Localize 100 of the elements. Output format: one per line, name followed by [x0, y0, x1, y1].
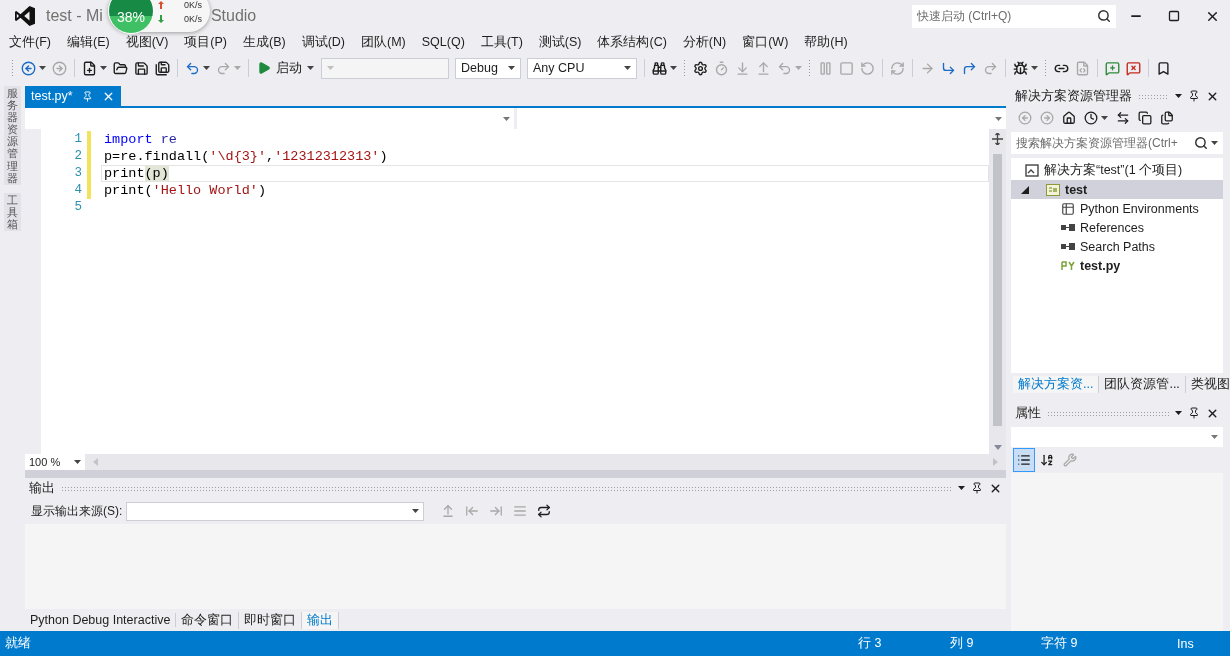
toolbar-grip[interactable] [11, 59, 15, 77]
panel-tab[interactable]: 命令窗口 [176, 611, 240, 629]
caret-icon [1211, 141, 1218, 145]
quick-launch-field[interactable]: 快速启动 (Ctrl+Q) [912, 4, 1116, 28]
new-file-icon [82, 60, 97, 76]
panel-tab[interactable]: 团队资源管... [1099, 375, 1186, 393]
menu-item[interactable]: 窗口(W) [736, 31, 795, 53]
side-tab[interactable]: 工具箱 [4, 192, 21, 232]
back-icon [21, 60, 36, 76]
side-tab[interactable]: 服务器资源管理器 [4, 86, 21, 185]
file-icon [1061, 260, 1075, 271]
project-icon [1046, 183, 1060, 196]
back-icon [1018, 111, 1032, 125]
split-icon[interactable] [992, 133, 1003, 145]
upload-arrow-icon [158, 1, 164, 9]
tree-item[interactable]: test.py [1011, 256, 1223, 275]
pin-icon[interactable] [1188, 407, 1200, 419]
categorized-button[interactable] [1014, 449, 1034, 471]
tree-item[interactable]: Search Paths [1011, 237, 1223, 256]
bookmark-icon [1156, 60, 1171, 76]
caret-icon [508, 66, 515, 70]
restart-icon [860, 60, 875, 76]
caret-icon [1175, 94, 1182, 98]
clock-icon [1084, 111, 1098, 125]
usage-gauge: 38% [108, 0, 154, 34]
step-out-icon [983, 60, 998, 76]
toolbar-grip[interactable] [808, 59, 812, 77]
panel-title: 输出 [29, 479, 55, 497]
comment-add-icon [1105, 60, 1120, 76]
play-icon [257, 61, 271, 75]
menu-item[interactable]: 项目(P) [178, 31, 233, 53]
scroll-thumb[interactable] [993, 154, 1002, 426]
stopwatch-icon [714, 60, 729, 76]
arrow-down-icon [735, 60, 750, 76]
menu-item[interactable]: 体系结构(C) [591, 31, 673, 53]
menu-item[interactable]: 文件(F) [3, 31, 57, 53]
comment-remove-icon [1126, 60, 1141, 76]
menu-item[interactable]: 编辑(E) [60, 31, 116, 53]
menu-item[interactable]: 测试(S) [532, 31, 588, 53]
save-icon [134, 60, 149, 76]
panel-title: 解决方案资源管理器 [1015, 87, 1132, 105]
table-icon [1061, 201, 1075, 216]
collapse-icon [1138, 111, 1152, 125]
forward-icon [1040, 111, 1054, 125]
caret-icon [327, 66, 334, 70]
output-source-dropdown[interactable] [126, 501, 425, 521]
collapse-triangle-icon[interactable] [1021, 185, 1029, 194]
caret-icon [234, 66, 241, 70]
menu-item[interactable]: 分析(N) [676, 31, 733, 53]
pin-icon[interactable] [971, 482, 983, 494]
upload-rate: 0K/s [184, 0, 202, 10]
home-icon [1062, 111, 1076, 125]
menu-item[interactable]: 工具(T) [474, 31, 529, 53]
line-indicator: 行 3 [858, 635, 883, 652]
tree-item[interactable]: References [1011, 218, 1223, 237]
file-code-icon [1075, 60, 1090, 76]
tree-item[interactable]: test [1011, 180, 1223, 199]
tree-item[interactable]: 解决方案“test”(1 个项目) [1011, 161, 1223, 180]
menu-item[interactable]: 视图(V) [119, 31, 175, 53]
undo-icon [185, 60, 200, 76]
configuration-dropdown[interactable]: Debug [455, 57, 521, 79]
save-all-icon [155, 60, 170, 76]
search-icon [1097, 9, 1111, 23]
start-button[interactable]: 启动 [253, 57, 318, 79]
maximize-icon [1168, 10, 1180, 22]
caret-icon [503, 116, 510, 121]
toolbar-grip[interactable] [683, 59, 687, 77]
download-arrow-icon [158, 15, 164, 23]
source-label: 显示输出来源(S): [31, 502, 123, 520]
tree-item[interactable]: Python Environments [1011, 199, 1223, 218]
scroll-right-icon[interactable] [993, 458, 998, 466]
search-field[interactable]: 搜索解决方案资源管理器(Ctrl+ [1011, 132, 1223, 154]
pages-icon [1160, 111, 1174, 125]
menu-item[interactable]: 团队(M) [355, 31, 412, 53]
zoom-dropdown[interactable]: 100 % [25, 454, 85, 470]
menu-item[interactable]: SQL(Q) [415, 33, 471, 51]
pin-icon[interactable] [1188, 90, 1200, 102]
scroll-left-icon[interactable] [93, 458, 98, 466]
menu-item[interactable]: 帮助(H) [798, 31, 854, 53]
toolbar-grip[interactable] [1044, 59, 1048, 77]
menu-item[interactable]: 调试(D) [295, 31, 351, 53]
panel-tab[interactable]: 类视图 [1185, 375, 1230, 393]
panel-tab[interactable]: Python Debug Interactive [25, 613, 177, 627]
panel-tab[interactable]: 解决方案资... [1013, 375, 1100, 393]
platform-dropdown[interactable]: Any CPU [527, 57, 637, 79]
scroll-down-icon[interactable] [993, 445, 1002, 450]
column-indicator: 列 9 [950, 635, 975, 652]
caret-icon [995, 116, 1002, 121]
reference-icon [1061, 242, 1075, 251]
horizontal-scrollbar[interactable] [85, 454, 1006, 470]
insert-mode-indicator: Ins [1177, 636, 1195, 651]
caret-icon [624, 66, 631, 70]
reference-icon [1061, 223, 1075, 232]
caret-icon [1101, 116, 1108, 120]
code-line: p=re.findall('\d{3}','12312312313') [103, 148, 389, 165]
line-number: 5 [73, 199, 82, 216]
status-message: 就绪 [5, 635, 31, 652]
binoculars-icon [652, 60, 667, 76]
panel-tab[interactable]: 输出 [302, 611, 340, 629]
menu-item[interactable]: 生成(B) [237, 31, 292, 53]
